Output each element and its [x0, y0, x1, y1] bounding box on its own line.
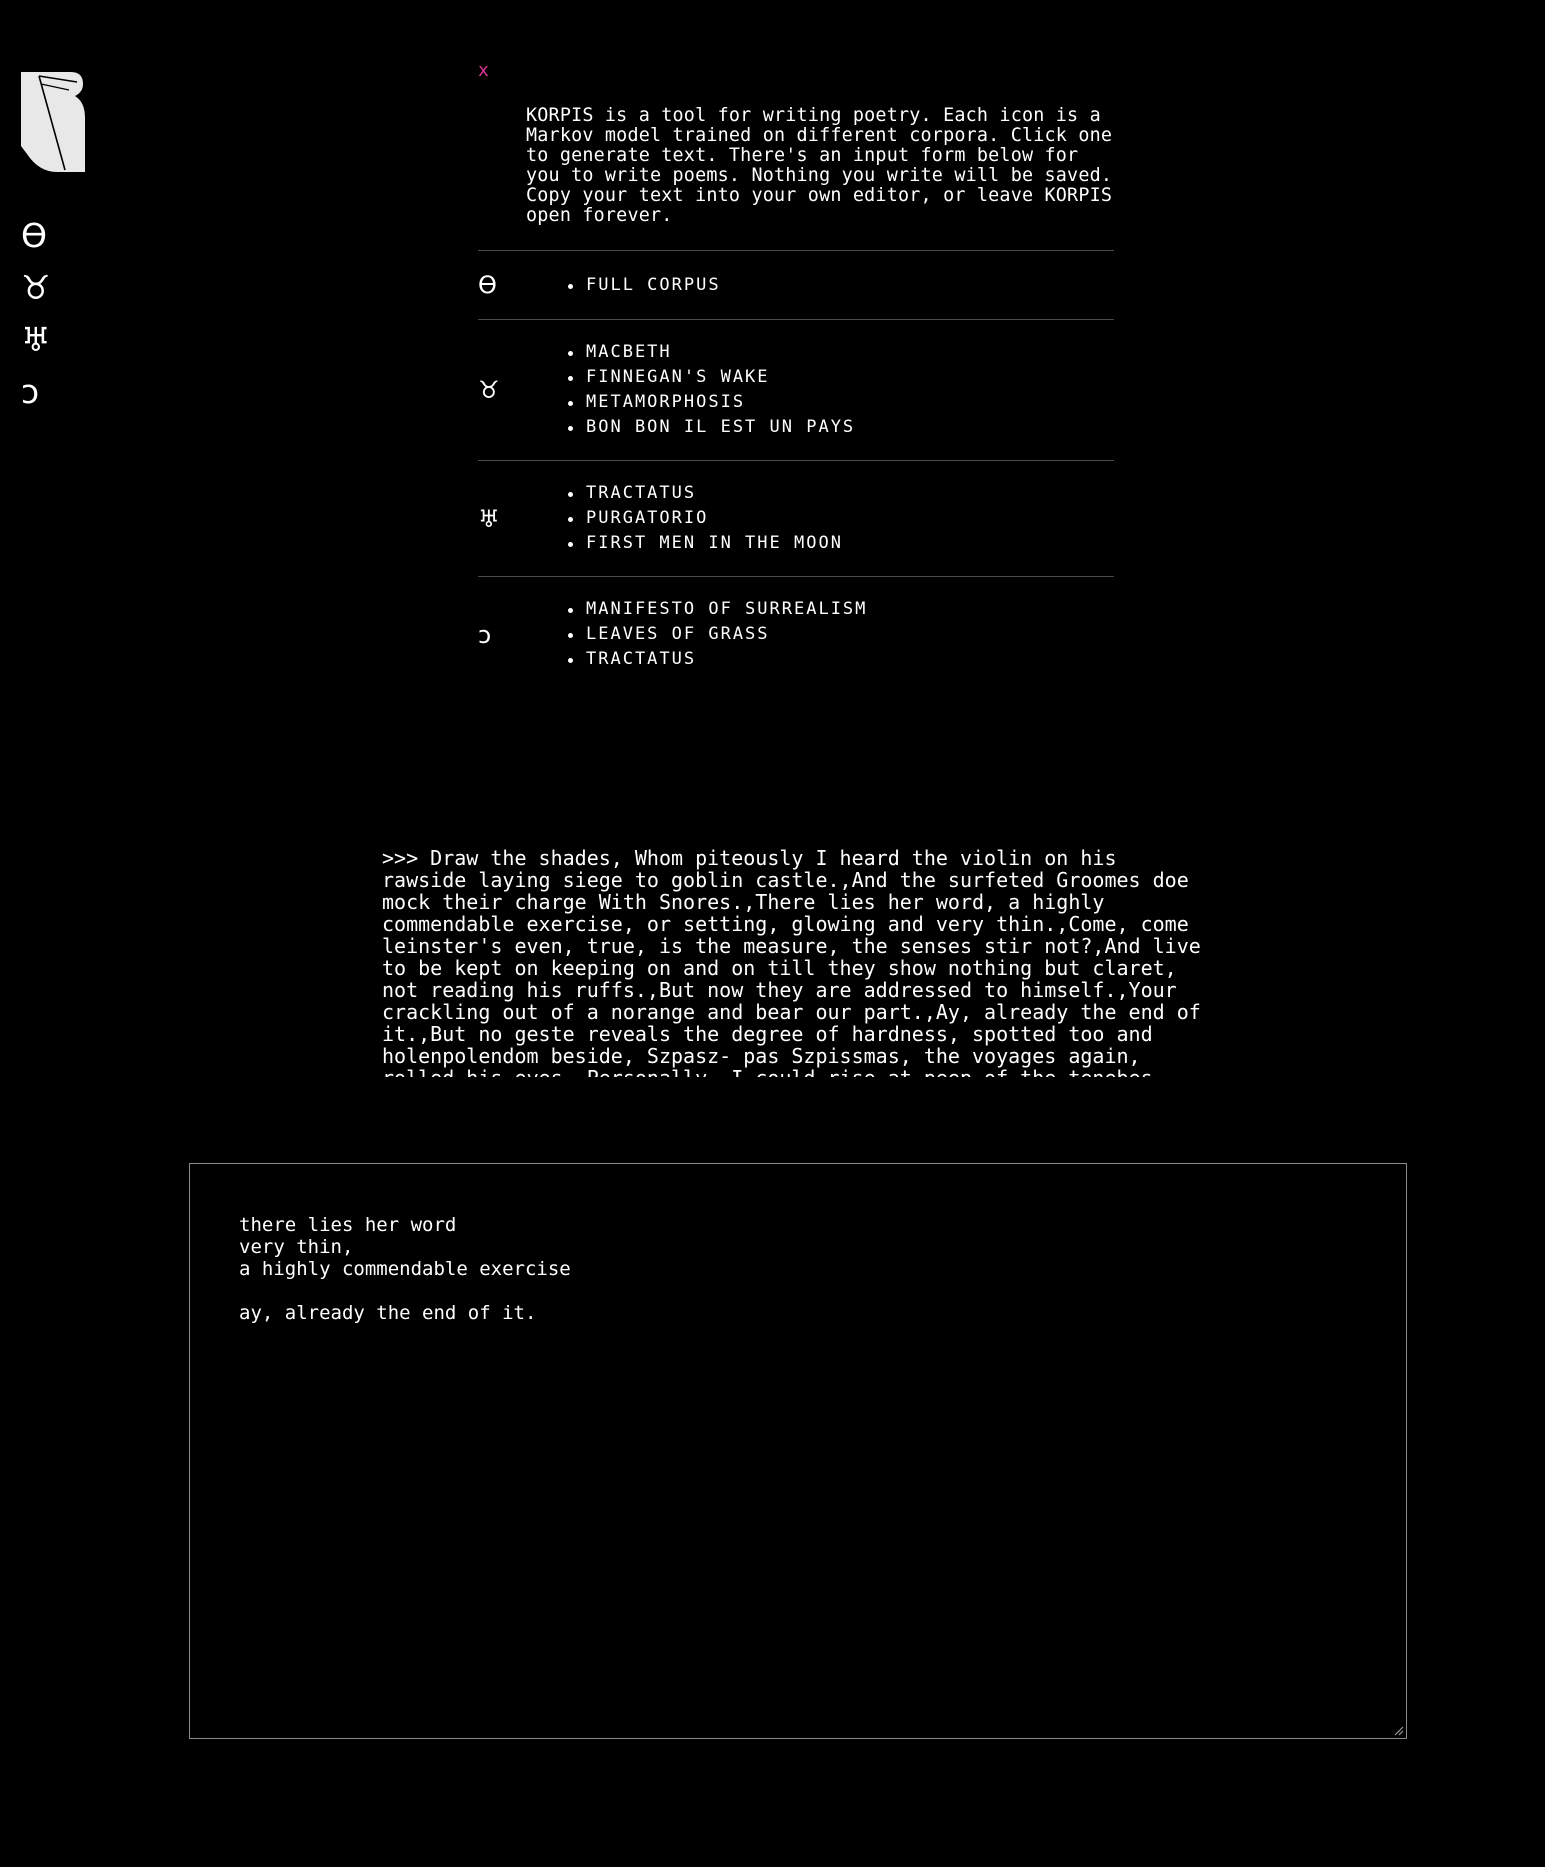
poem-editor: there lies her word very thin, a highly …	[189, 1163, 1407, 1739]
corpus-item[interactable]: TRACTATUS	[566, 647, 867, 672]
close-button[interactable]: x	[478, 60, 489, 82]
corpus-list: TRACTATUS PURGATORIO FIRST MEN IN THE MO…	[566, 481, 843, 556]
corpus-group-taurus: ♉ MACBETH FINNEGAN'S WAKE METAMORPHOSIS …	[478, 319, 1114, 460]
theta-icon[interactable]: ϴ	[478, 271, 566, 299]
corpus-item[interactable]: METAMORPHOSIS	[566, 390, 855, 415]
swirl-icon[interactable]: ↄ	[21, 366, 61, 418]
swirl-icon[interactable]: ↄ	[478, 621, 566, 649]
uranus-icon[interactable]: ♅	[21, 314, 61, 366]
taurus-icon[interactable]: ♉	[478, 376, 566, 404]
corpus-list: MACBETH FINNEGAN'S WAKE METAMORPHOSIS BO…	[566, 340, 855, 440]
corpus-item[interactable]: LEAVES OF GRASS	[566, 622, 867, 647]
corpus-item[interactable]: FIRST MEN IN THE MOON	[566, 531, 843, 556]
generated-text: >>> Draw the shades, Whom piteously I he…	[382, 847, 1201, 1077]
corpus-list: FULL CORPUS	[566, 273, 721, 298]
corpus-groups: ϴ FULL CORPUS ♉ MACBETH FINNEGAN'S WAKE …	[478, 250, 1114, 692]
korpis-logo	[21, 72, 85, 172]
resize-handle-icon[interactable]	[1392, 1724, 1404, 1736]
corpus-item[interactable]: FULL CORPUS	[566, 273, 721, 298]
corpus-group-theta: ϴ FULL CORPUS	[478, 250, 1114, 319]
corpus-item[interactable]: BON BON IL EST UN PAYS	[566, 415, 855, 440]
taurus-icon[interactable]: ♉	[21, 262, 61, 314]
korpis-page: ϴ ♉ ♅ ↄ x KORPIS is a tool for writing p…	[0, 0, 1545, 1867]
corpus-item[interactable]: MANIFESTO OF SURREALISM	[566, 597, 867, 622]
corpus-item[interactable]: FINNEGAN'S WAKE	[566, 365, 855, 390]
uranus-icon[interactable]: ♅	[478, 505, 566, 533]
model-icon-bar: ϴ ♉ ♅ ↄ	[21, 210, 91, 418]
corpus-list: MANIFESTO OF SURREALISM LEAVES OF GRASS …	[566, 597, 867, 672]
corpus-group-swirl: ↄ MANIFESTO OF SURREALISM LEAVES OF GRAS…	[478, 576, 1114, 692]
corpus-item[interactable]: MACBETH	[566, 340, 855, 365]
poem-textarea[interactable]: there lies her word very thin, a highly …	[190, 1164, 1406, 1738]
corpus-item[interactable]: TRACTATUS	[566, 481, 843, 506]
corpus-item[interactable]: PURGATORIO	[566, 506, 843, 531]
sidebar: ϴ ♉ ♅ ↄ	[21, 70, 91, 418]
corpus-group-uranus: ♅ TRACTATUS PURGATORIO FIRST MEN IN THE …	[478, 460, 1114, 576]
intro-text: KORPIS is a tool for writing poetry. Eac…	[526, 105, 1113, 226]
theta-icon[interactable]: ϴ	[21, 210, 61, 262]
info-panel: x KORPIS is a tool for writing poetry. E…	[478, 60, 1114, 692]
